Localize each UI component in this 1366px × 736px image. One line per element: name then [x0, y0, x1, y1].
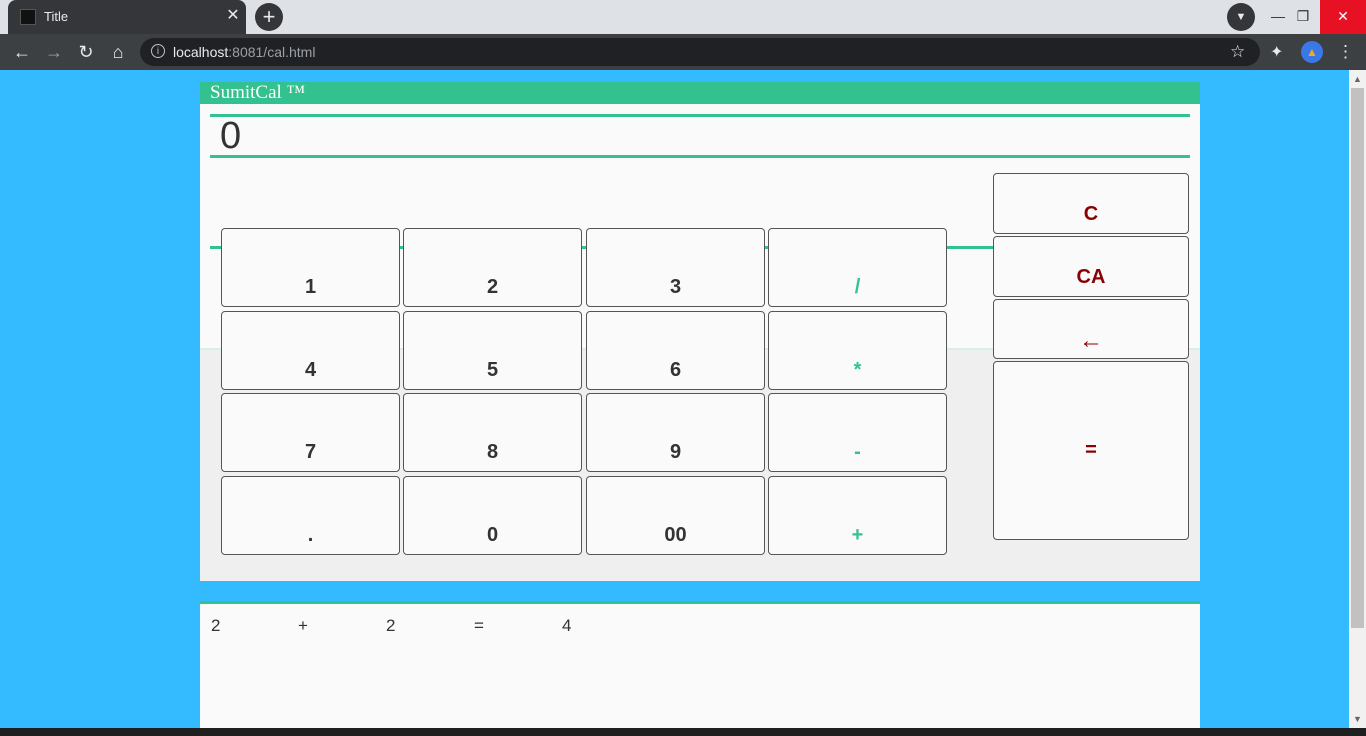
tab-close-icon[interactable]: ✕: [224, 6, 242, 26]
display-value: 0: [220, 115, 242, 157]
window-close-button[interactable]: ✕: [1320, 0, 1366, 34]
url-host: localhost: [173, 44, 229, 60]
key-digit[interactable]: 3: [586, 228, 765, 307]
calculator-header: [200, 82, 1200, 104]
calculator-title: SumitCal ™: [210, 82, 306, 103]
key-digit[interactable]: 1: [221, 228, 400, 307]
tab-search-icon[interactable]: ▼: [1227, 3, 1255, 31]
equals-button[interactable]: =: [993, 361, 1189, 540]
history-operator: +: [298, 616, 308, 635]
os-taskbar: [0, 728, 1366, 736]
scroll-up-icon[interactable]: ▲: [1349, 72, 1366, 86]
backspace-button[interactable]: ←: [993, 299, 1189, 359]
key-operator[interactable]: +: [768, 476, 947, 555]
history-result: 4: [562, 616, 572, 635]
back-arrow-icon[interactable]: ←: [9, 40, 35, 64]
key-digit[interactable]: 6: [586, 311, 765, 390]
profile-icon[interactable]: ▲: [1301, 41, 1323, 63]
key-digit[interactable]: 0: [403, 476, 582, 555]
reload-icon[interactable]: ↻: [73, 40, 99, 64]
key-digit[interactable]: 7: [221, 393, 400, 472]
extensions-icon[interactable]: ✦: [1270, 42, 1283, 62]
browser-tab[interactable]: Title ✕: [8, 0, 246, 34]
key-digit[interactable]: 5: [403, 311, 582, 390]
address-bar-url[interactable]: localhost:8081/cal.html: [173, 44, 315, 60]
key-digit[interactable]: .: [221, 476, 400, 555]
key-digit[interactable]: 4: [221, 311, 400, 390]
forward-arrow-icon[interactable]: →: [41, 40, 67, 64]
clear-all-button[interactable]: CA: [993, 236, 1189, 297]
page-favicon-icon: [20, 9, 36, 25]
history-panel: [200, 601, 1200, 736]
menu-icon[interactable]: ⋮: [1337, 42, 1354, 62]
home-icon[interactable]: ⌂: [105, 40, 131, 64]
scrollbar-thumb[interactable]: [1351, 88, 1364, 628]
key-operator[interactable]: /: [768, 228, 947, 307]
key-operator[interactable]: -: [768, 393, 947, 472]
tab-title: Title: [44, 9, 69, 24]
key-digit[interactable]: 9: [586, 393, 765, 472]
history-equals: =: [474, 616, 484, 635]
key-operator[interactable]: *: [768, 311, 947, 390]
info-icon[interactable]: i: [151, 44, 165, 58]
key-digit[interactable]: 00: [586, 476, 765, 555]
key-digit[interactable]: 2: [403, 228, 582, 307]
clear-button[interactable]: C: [993, 173, 1189, 234]
key-digit[interactable]: 8: [403, 393, 582, 472]
star-icon[interactable]: ☆: [1230, 42, 1245, 62]
calculator-display[interactable]: [210, 114, 1190, 158]
new-tab-button[interactable]: +: [255, 3, 283, 31]
scroll-down-icon[interactable]: ▼: [1349, 712, 1366, 726]
history-operand2: 2: [386, 616, 396, 635]
history-operand1: 2: [211, 616, 221, 635]
url-path: :8081/cal.html: [228, 44, 316, 60]
